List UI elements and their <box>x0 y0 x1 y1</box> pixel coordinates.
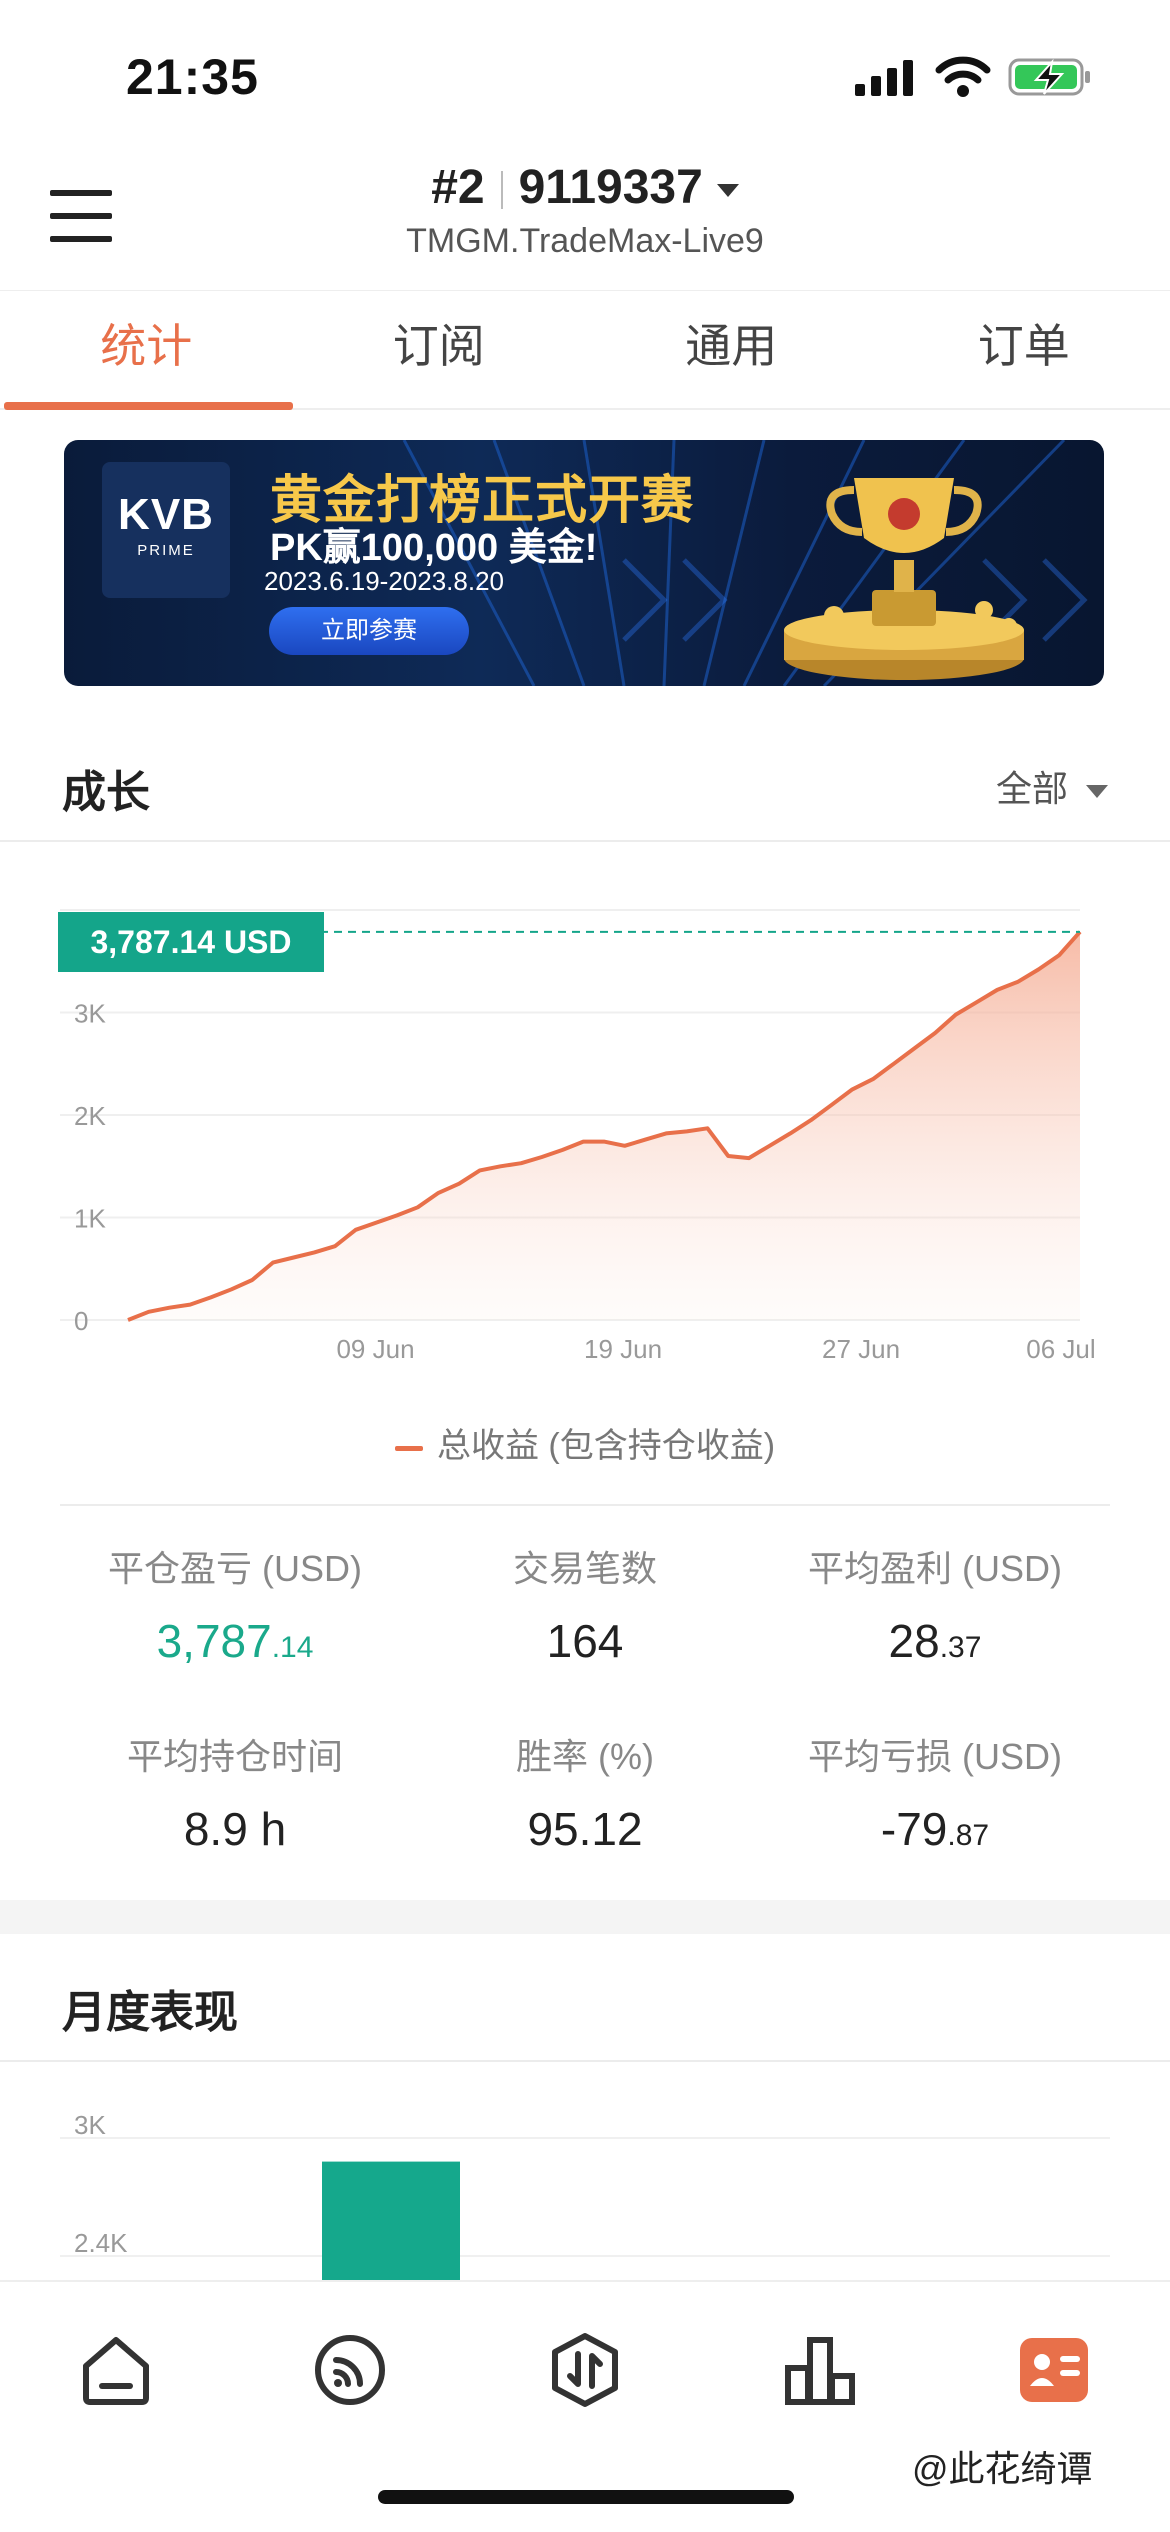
caret-down-icon <box>1086 784 1108 798</box>
stat-label: 平均盈利 (USD) <box>808 1548 1062 1589</box>
trade-icon[interactable] <box>545 2330 625 2410</box>
monthly-bar <box>322 2161 460 2280</box>
section-gap <box>0 1900 1170 1934</box>
stat-win-rate: 胜率 (%) 95.12 <box>390 1728 780 1856</box>
current-value-tag: 3,787.14 USD <box>58 912 324 972</box>
monthly-section-header: 月度表现 <box>0 1940 1170 2060</box>
chart-bar-icon[interactable] <box>780 2330 860 2410</box>
y-tick-label: 1K <box>74 1204 106 1234</box>
stat-avg-hold-time: 平均持仓时间 8.9 h <box>40 1728 430 1856</box>
x-tick-label: 27 Jun <box>822 1334 900 1364</box>
account-selector[interactable]: #2 9119337 <box>0 160 1170 215</box>
y-tick-label: 2.4K <box>74 2228 128 2258</box>
growth-title: 成长 <box>62 768 150 817</box>
stat-closed-pnl: 平仓盈亏 (USD) 3,787.14 <box>40 1540 430 1668</box>
tab-orders[interactable]: 订单 <box>878 291 1170 408</box>
tab-statistics[interactable]: 统计 <box>0 291 293 410</box>
stat-trade-count: 交易笔数 164 <box>390 1540 780 1668</box>
y-tick-label: 3K <box>74 999 106 1029</box>
wifi-icon <box>935 56 991 97</box>
divider <box>60 1504 1110 1506</box>
account-number: #2 <box>431 161 485 214</box>
stat-label: 交易笔数 <box>512 1548 657 1589</box>
promo-banner[interactable]: KVB PRIME 黄金打榜正式开赛 PK赢100,000 美金! 2023.6… <box>64 440 1104 686</box>
server-name: TMGM.TradeMax-Live9 <box>406 222 764 260</box>
y-tick-label: 2K <box>74 1101 106 1131</box>
banner-subtitle: PK赢100,000 美金! <box>270 527 598 569</box>
tab-bar: 统计 订阅 通用 订单 <box>0 290 1170 410</box>
range-dropdown-value: 全部 <box>995 768 1068 809</box>
banner-dates: 2023.6.19-2023.8.20 <box>264 566 504 596</box>
tab-general[interactable]: 通用 <box>585 291 878 408</box>
home-icon[interactable] <box>76 2330 156 2410</box>
stat-value: 3,787.14 <box>156 1615 314 1667</box>
status-time: 21:35 <box>126 49 259 105</box>
trophy-icon <box>784 478 1024 680</box>
stat-value: 164 <box>546 1615 624 1667</box>
chart-legend: 总收益 (包含持仓收益) <box>0 1418 1170 1467</box>
app-header: #2 9119337 TMGM.TradeMax-Live9 <box>0 150 1170 290</box>
stat-label: 平均持仓时间 <box>126 1736 343 1777</box>
status-bar: 21:35 <box>0 0 1170 150</box>
legend-label: 总收益 (包含持仓收益) <box>436 1427 776 1465</box>
stat-value: -79.87 <box>880 1803 990 1855</box>
monthly-chart: 3K 2.4K <box>60 2110 1110 2280</box>
join-now-button[interactable]: 立即参赛 <box>269 607 469 655</box>
stat-label: 平均亏损 (USD) <box>808 1736 1062 1777</box>
range-dropdown[interactable]: 全部 <box>996 760 1108 812</box>
stat-label: 平仓盈亏 (USD) <box>108 1548 362 1589</box>
growth-section-header: 成长 全部 <box>0 720 1170 840</box>
stat-avg-loss: 平均亏损 (USD) -79.87 <box>740 1728 1130 1856</box>
stat-value: 8.9 h <box>183 1803 287 1855</box>
x-tick-label: 06 Jul <box>1026 1334 1095 1364</box>
account-id: 9119337 <box>518 161 703 214</box>
stat-avg-profit: 平均盈利 (USD) 28.37 <box>740 1540 1130 1668</box>
kvb-logo: KVB PRIME <box>102 462 230 598</box>
cellular-signal-icon <box>855 60 913 96</box>
divider <box>0 2060 1170 2062</box>
x-tick-label: 09 Jun <box>336 1334 414 1364</box>
tab-subscribe[interactable]: 订阅 <box>293 291 586 408</box>
monthly-title: 月度表现 <box>62 1988 238 2037</box>
stat-value: 95.12 <box>527 1803 643 1855</box>
divider <box>0 840 1170 842</box>
y-tick-label: 3K <box>74 2110 106 2140</box>
watermark: @此花绮谭 <box>912 2448 1093 2489</box>
battery-charging-icon <box>1008 58 1090 96</box>
stat-label: 胜率 (%) <box>516 1736 654 1777</box>
x-tick-label: 19 Jun <box>584 1334 662 1364</box>
stat-value: 28.37 <box>888 1615 982 1667</box>
chevron-down-icon <box>716 183 739 197</box>
profile-card-icon[interactable] <box>1014 2330 1094 2410</box>
legend-swatch <box>394 1445 423 1451</box>
y-tick-label: 0 <box>74 1306 88 1336</box>
signal-feed-icon[interactable] <box>310 2330 390 2410</box>
home-indicator[interactable] <box>378 2490 794 2504</box>
